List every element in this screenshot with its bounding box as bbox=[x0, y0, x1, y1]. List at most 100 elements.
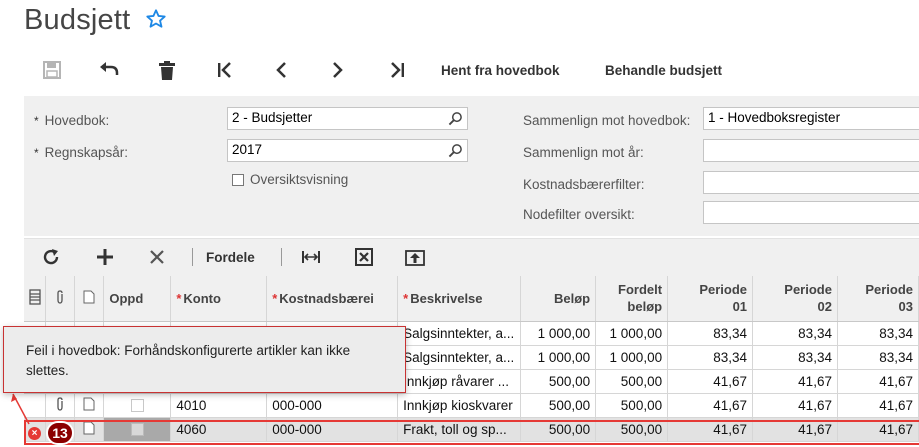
period-01-cell[interactable]: 83,34 bbox=[667, 321, 754, 346]
amount-cell[interactable]: 500,00 bbox=[520, 393, 597, 418]
period-03-cell[interactable]: 83,34 bbox=[837, 321, 919, 346]
paperclip-icon bbox=[57, 290, 64, 304]
amount-cell[interactable]: 500,00 bbox=[520, 369, 597, 394]
period-01-cell[interactable]: 41,67 bbox=[667, 369, 754, 394]
note-column-header[interactable] bbox=[74, 276, 105, 322]
fetch-from-ledger-button[interactable]: Hent fra hovedbok bbox=[441, 58, 560, 82]
period-03-cell[interactable]: 41,67 bbox=[837, 393, 919, 418]
cost-filter-label: Kostnadsbærerfilter: bbox=[523, 177, 645, 192]
amount-cell[interactable]: 500,00 bbox=[520, 417, 597, 442]
description-cell[interactable]: Frakt, toll og sp... bbox=[397, 417, 522, 442]
distributed-cell[interactable]: 1 000,00 bbox=[595, 345, 669, 370]
period-02-cell[interactable]: 83,34 bbox=[752, 321, 838, 346]
document-icon bbox=[83, 290, 95, 304]
period-02-cell[interactable]: 83,34 bbox=[752, 345, 838, 370]
fit-columns-icon[interactable] bbox=[300, 246, 322, 268]
undo-icon[interactable] bbox=[97, 58, 121, 82]
column-header-cost-center[interactable]: * Kostnadsbærei bbox=[266, 276, 399, 322]
node-filter-label: Nodefilter oversikt: bbox=[523, 207, 635, 222]
document-icon[interactable] bbox=[83, 421, 95, 435]
description-cell[interactable]: Innkjøp kioskvarer bbox=[397, 393, 522, 418]
description-cell[interactable]: Salgsinntekter, a... bbox=[397, 345, 522, 370]
cost-center-cell[interactable]: 000-000 bbox=[266, 417, 399, 442]
separator bbox=[281, 248, 282, 266]
add-row-icon[interactable] bbox=[94, 246, 116, 268]
first-record-icon[interactable] bbox=[213, 58, 237, 82]
form-panel: * Hovedbok: 2 - Budsjetter * Regnskapsår: … bbox=[24, 96, 919, 236]
column-header-amount[interactable]: Beløp bbox=[520, 276, 597, 322]
compare-year-field[interactable] bbox=[703, 139, 919, 162]
column-header-description[interactable]: * Beskrivelse bbox=[397, 276, 522, 322]
excel-export-icon[interactable] bbox=[353, 246, 375, 268]
distributed-cell[interactable]: 500,00 bbox=[595, 393, 669, 418]
amount-cell[interactable]: 1 000,00 bbox=[520, 321, 597, 346]
column-header-konto[interactable]: * Konto bbox=[170, 276, 268, 322]
column-header-oppd[interactable]: Oppd bbox=[103, 276, 172, 322]
attachment-column-header[interactable] bbox=[45, 276, 76, 322]
star-outline-icon[interactable] bbox=[145, 8, 167, 30]
konto-cell[interactable]: 4010 bbox=[170, 393, 268, 418]
period-01-cell[interactable]: 83,34 bbox=[667, 345, 754, 370]
last-record-icon[interactable] bbox=[385, 58, 409, 82]
save-icon[interactable] bbox=[40, 58, 64, 82]
checkbox-box[interactable] bbox=[232, 173, 244, 186]
paperclip-icon[interactable] bbox=[55, 396, 65, 411]
compare-year-label: Sammenlign mot år: bbox=[523, 145, 644, 160]
period-02-cell[interactable]: 41,67 bbox=[752, 369, 838, 394]
distributed-cell[interactable]: 1 000,00 bbox=[595, 321, 669, 346]
grid-toolbar: Fordele bbox=[24, 238, 919, 276]
search-icon[interactable] bbox=[448, 111, 463, 126]
ledger-field[interactable]: 2 - Budsjetter bbox=[227, 107, 468, 130]
upload-icon[interactable] bbox=[404, 246, 426, 268]
row-selector-header[interactable] bbox=[24, 276, 47, 322]
next-record-icon[interactable] bbox=[326, 58, 350, 82]
oppd-checkbox[interactable] bbox=[130, 423, 144, 437]
table-row[interactable]: 4010 000-000 Innkjøp kioskvarer 500,00 5… bbox=[24, 393, 919, 418]
period-01-cell[interactable]: 41,67 bbox=[667, 393, 754, 418]
refresh-icon[interactable] bbox=[40, 246, 62, 268]
period-02-cell[interactable]: 41,67 bbox=[752, 393, 838, 418]
previous-record-icon[interactable] bbox=[269, 58, 293, 82]
node-filter-field[interactable] bbox=[703, 201, 919, 224]
cost-center-cell[interactable]: 000-000 bbox=[266, 393, 399, 418]
column-header-period-03[interactable]: Periode 03 bbox=[837, 276, 919, 322]
distributed-cell[interactable]: 500,00 bbox=[595, 417, 669, 442]
grid-header-row: Oppd * Konto * Kostnadsbærei * Beskrivelse … bbox=[24, 276, 919, 322]
delete-icon[interactable] bbox=[155, 58, 179, 82]
ledger-label: * Hovedbok: bbox=[34, 113, 110, 128]
distributed-cell[interactable]: 500,00 bbox=[595, 369, 669, 394]
error-icon[interactable]: × bbox=[28, 427, 41, 440]
period-01-cell[interactable]: 41,67 bbox=[667, 417, 754, 442]
konto-cell[interactable]: 4060 bbox=[170, 417, 268, 442]
main-toolbar: Hent fra hovedbok Behandle budsjett bbox=[0, 52, 919, 90]
tree-view-label: Oversiktsvisning bbox=[250, 172, 349, 187]
separator bbox=[192, 248, 193, 266]
description-cell[interactable]: Innkjøp råvarer ... bbox=[397, 369, 522, 394]
column-header-distributed[interactable]: Fordelt beløp bbox=[595, 276, 669, 322]
amount-cell[interactable]: 1 000,00 bbox=[520, 345, 597, 370]
distribute-button[interactable]: Fordele bbox=[206, 246, 255, 268]
delete-row-icon[interactable] bbox=[146, 246, 168, 268]
year-label: * Regnskapsår: bbox=[34, 145, 128, 160]
error-tooltip: Feil i hovedbok: Forhåndskonfigurerte ar… bbox=[3, 326, 406, 393]
column-header-period-02[interactable]: Periode 02 bbox=[752, 276, 838, 322]
period-03-cell[interactable]: 41,67 bbox=[837, 369, 919, 394]
period-03-cell[interactable]: 83,34 bbox=[837, 345, 919, 370]
oppd-checkbox[interactable] bbox=[130, 399, 144, 413]
description-cell[interactable]: Salgsinntekter, a... bbox=[397, 321, 522, 346]
cost-filter-field[interactable] bbox=[703, 171, 919, 194]
column-header-period-01[interactable]: Periode 01 bbox=[667, 276, 754, 322]
compare-ledger-label: Sammenlign mot hovedbok: bbox=[523, 113, 691, 128]
period-02-cell[interactable]: 41,67 bbox=[752, 417, 838, 442]
search-icon[interactable] bbox=[448, 143, 463, 158]
title-bar: Budsjett bbox=[0, 0, 919, 44]
tree-view-checkbox[interactable]: Oversiktsvisning bbox=[232, 172, 348, 187]
columns-icon[interactable] bbox=[29, 289, 41, 305]
table-row-selected[interactable]: 4060 000-000 Frakt, toll og sp... 500,00… bbox=[24, 417, 919, 442]
year-field[interactable]: 2017 bbox=[227, 139, 468, 162]
period-03-cell[interactable]: 41,67 bbox=[837, 417, 919, 442]
compare-ledger-field[interactable]: 1 - Hovedboksregister bbox=[703, 107, 919, 130]
error-count-badge[interactable]: 13 bbox=[46, 421, 74, 445]
manage-budget-button[interactable]: Behandle budsjett bbox=[605, 58, 722, 82]
document-icon[interactable] bbox=[83, 397, 95, 411]
